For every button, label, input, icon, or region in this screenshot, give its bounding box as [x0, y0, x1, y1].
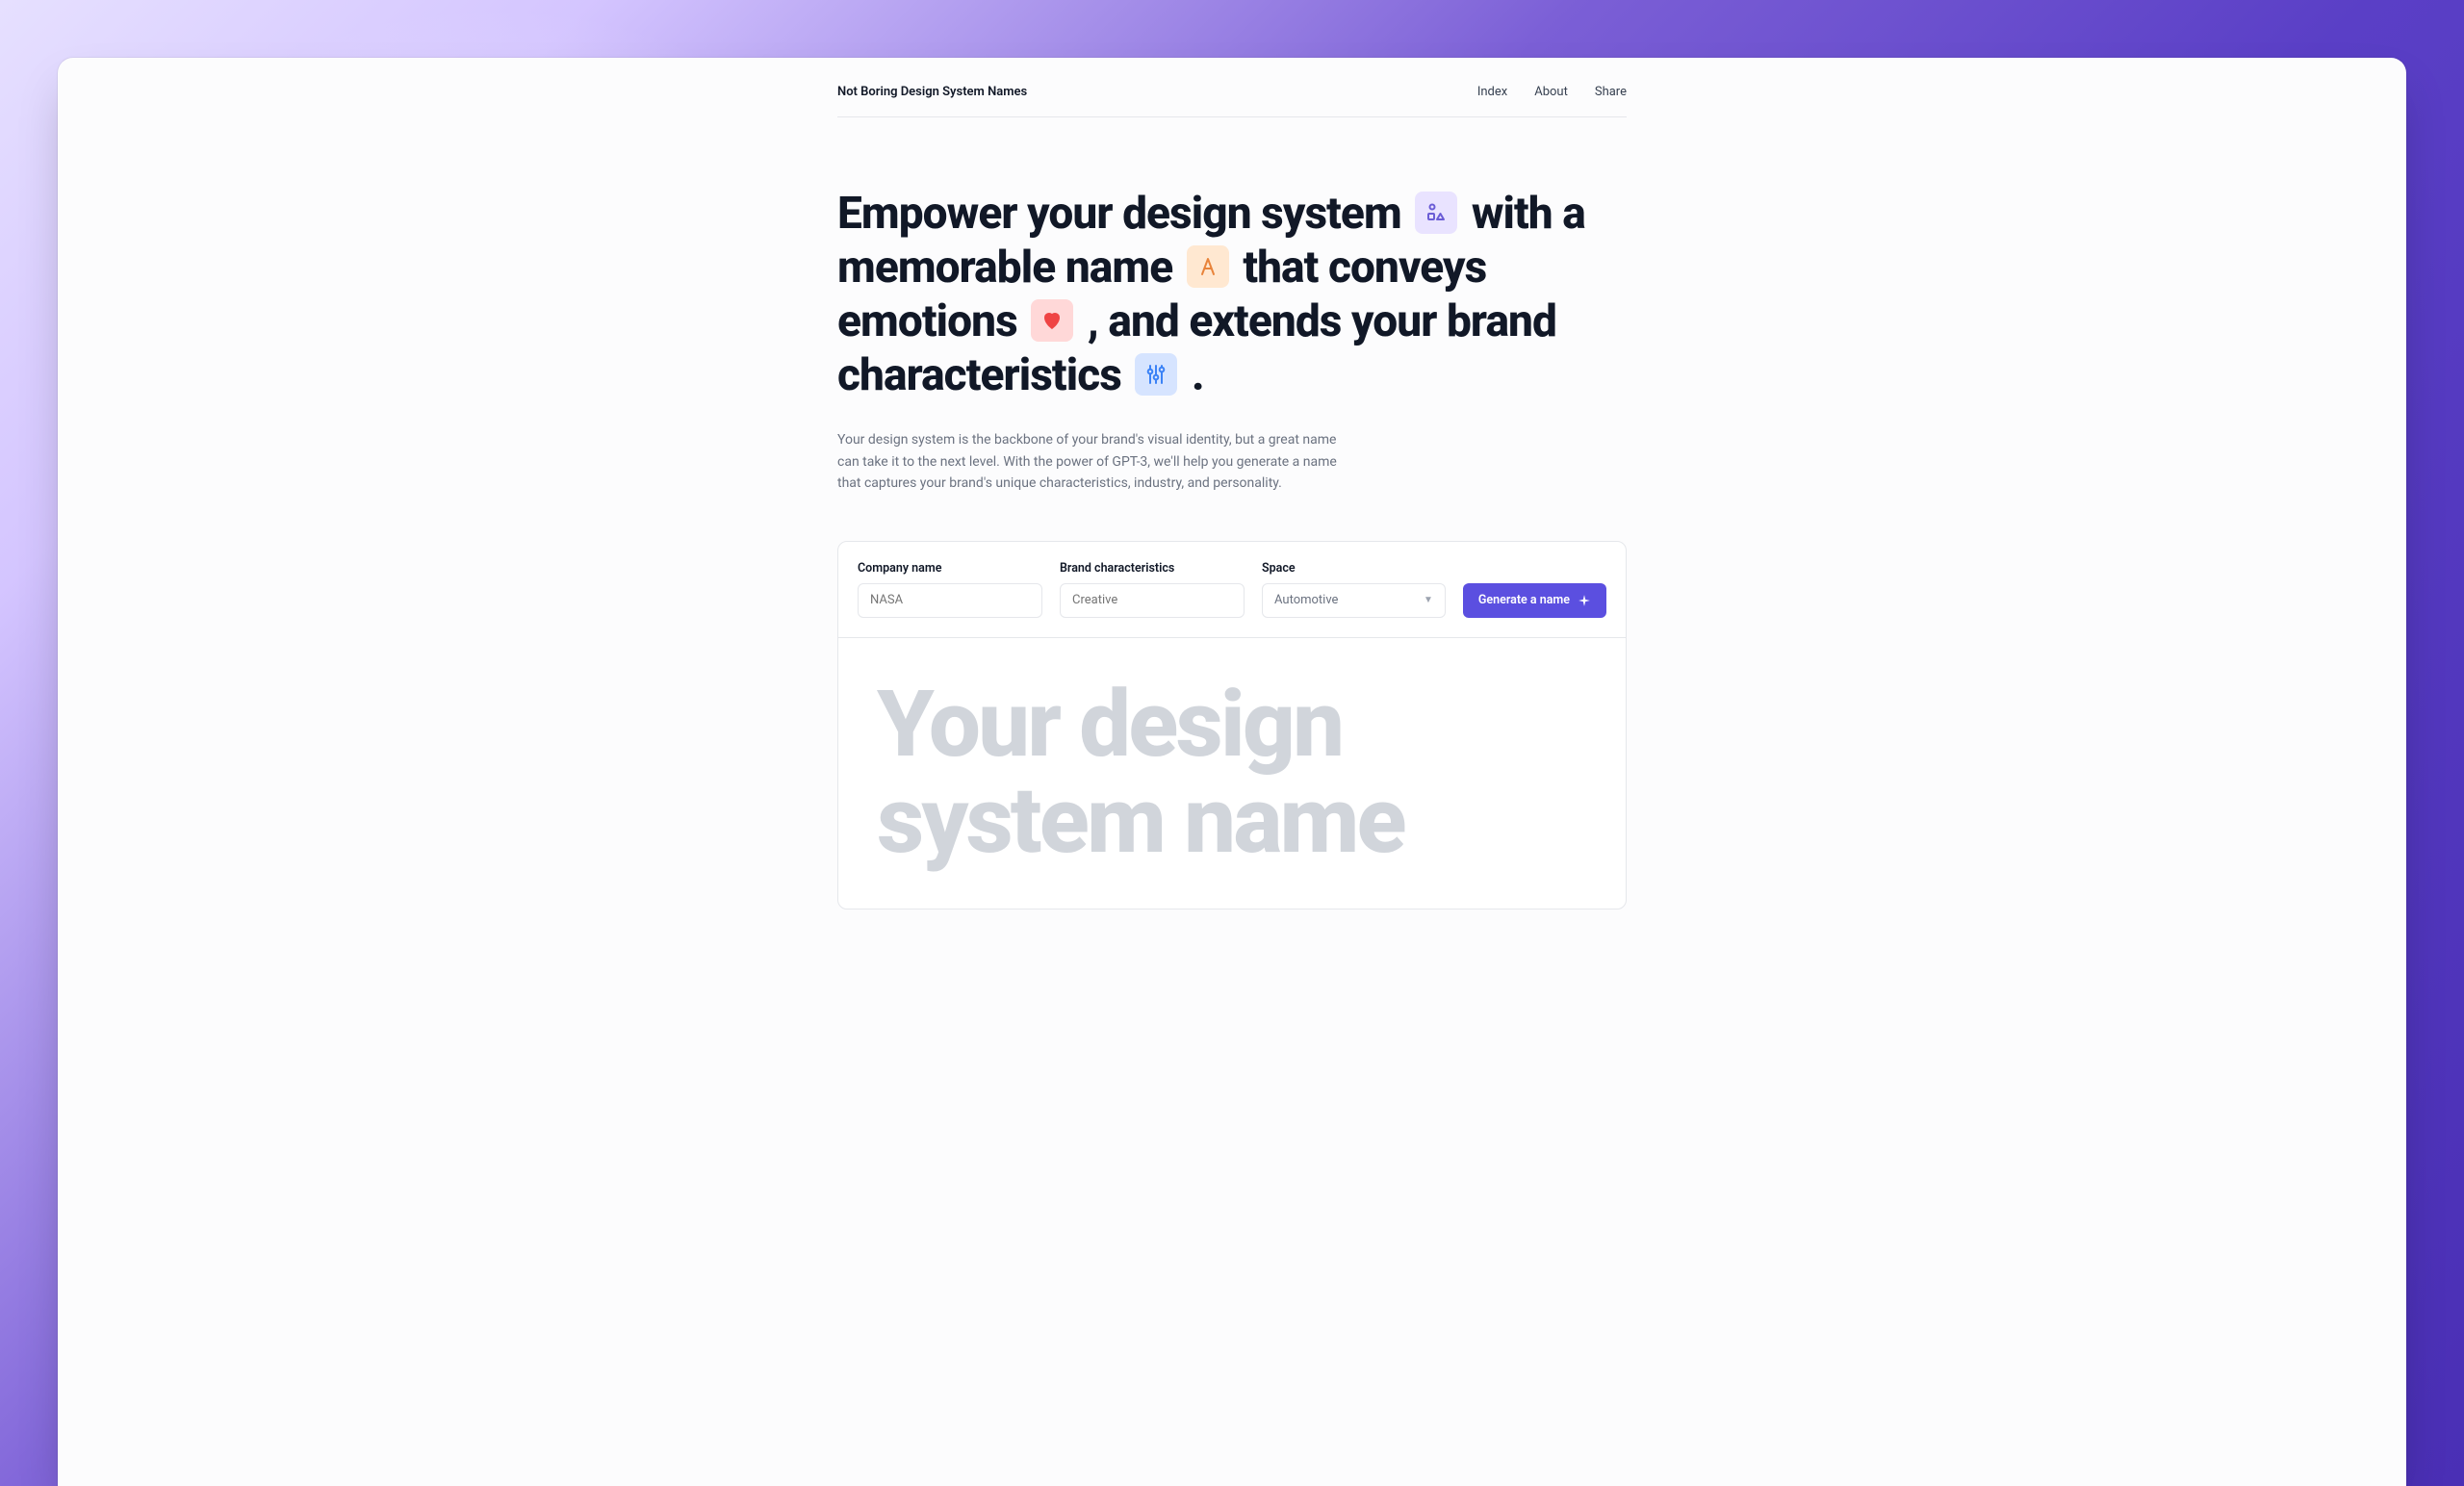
page-header: Not Boring Design System Names Index Abo…	[837, 85, 1627, 117]
sliders-icon	[1135, 353, 1177, 396]
nav-link-index[interactable]: Index	[1477, 85, 1507, 99]
top-nav: Index About Share	[1477, 85, 1627, 99]
space-field: Space Automotive ▼	[1262, 561, 1446, 618]
form-inputs-row: Company name Brand characteristics Space…	[838, 542, 1626, 638]
characteristics-label: Brand characteristics	[1060, 561, 1245, 576]
generate-button-label: Generate a name	[1478, 593, 1570, 607]
app-window: Not Boring Design System Names Index Abo…	[58, 58, 2406, 1486]
shapes-icon	[1415, 192, 1457, 234]
result-area: Your design system name	[838, 638, 1626, 910]
space-selected-value: Automotive	[1274, 593, 1338, 607]
characteristics-input[interactable]	[1060, 583, 1245, 618]
characteristics-field: Brand characteristics	[1060, 561, 1245, 618]
company-input[interactable]	[858, 583, 1042, 618]
hero-text-5: .	[1192, 349, 1204, 401]
nav-link-share[interactable]: Share	[1595, 85, 1627, 99]
hero-subtitle: Your design system is the backbone of yo…	[837, 429, 1357, 494]
chevron-down-icon: ▼	[1424, 595, 1433, 605]
generate-button[interactable]: Generate a name	[1463, 583, 1606, 618]
content-container: Not Boring Design System Names Index Abo…	[799, 58, 1665, 910]
generator-form-card: Company name Brand characteristics Space…	[837, 541, 1627, 910]
company-label: Company name	[858, 561, 1042, 576]
heart-icon	[1031, 299, 1073, 342]
sparkle-icon	[1578, 594, 1591, 607]
brand-title: Not Boring Design System Names	[837, 85, 1027, 99]
nav-link-about[interactable]: About	[1534, 85, 1568, 99]
company-field: Company name	[858, 561, 1042, 618]
space-label: Space	[1262, 561, 1446, 576]
hero-title: Empower your design system with a memora…	[837, 187, 1627, 402]
hero-section: Empower your design system with a memora…	[837, 187, 1627, 495]
space-select[interactable]: Automotive ▼	[1262, 583, 1446, 618]
letter-a-icon	[1187, 245, 1229, 288]
hero-text-1: Empower your design system	[837, 188, 1411, 240]
result-placeholder: Your design system name	[877, 677, 1587, 871]
